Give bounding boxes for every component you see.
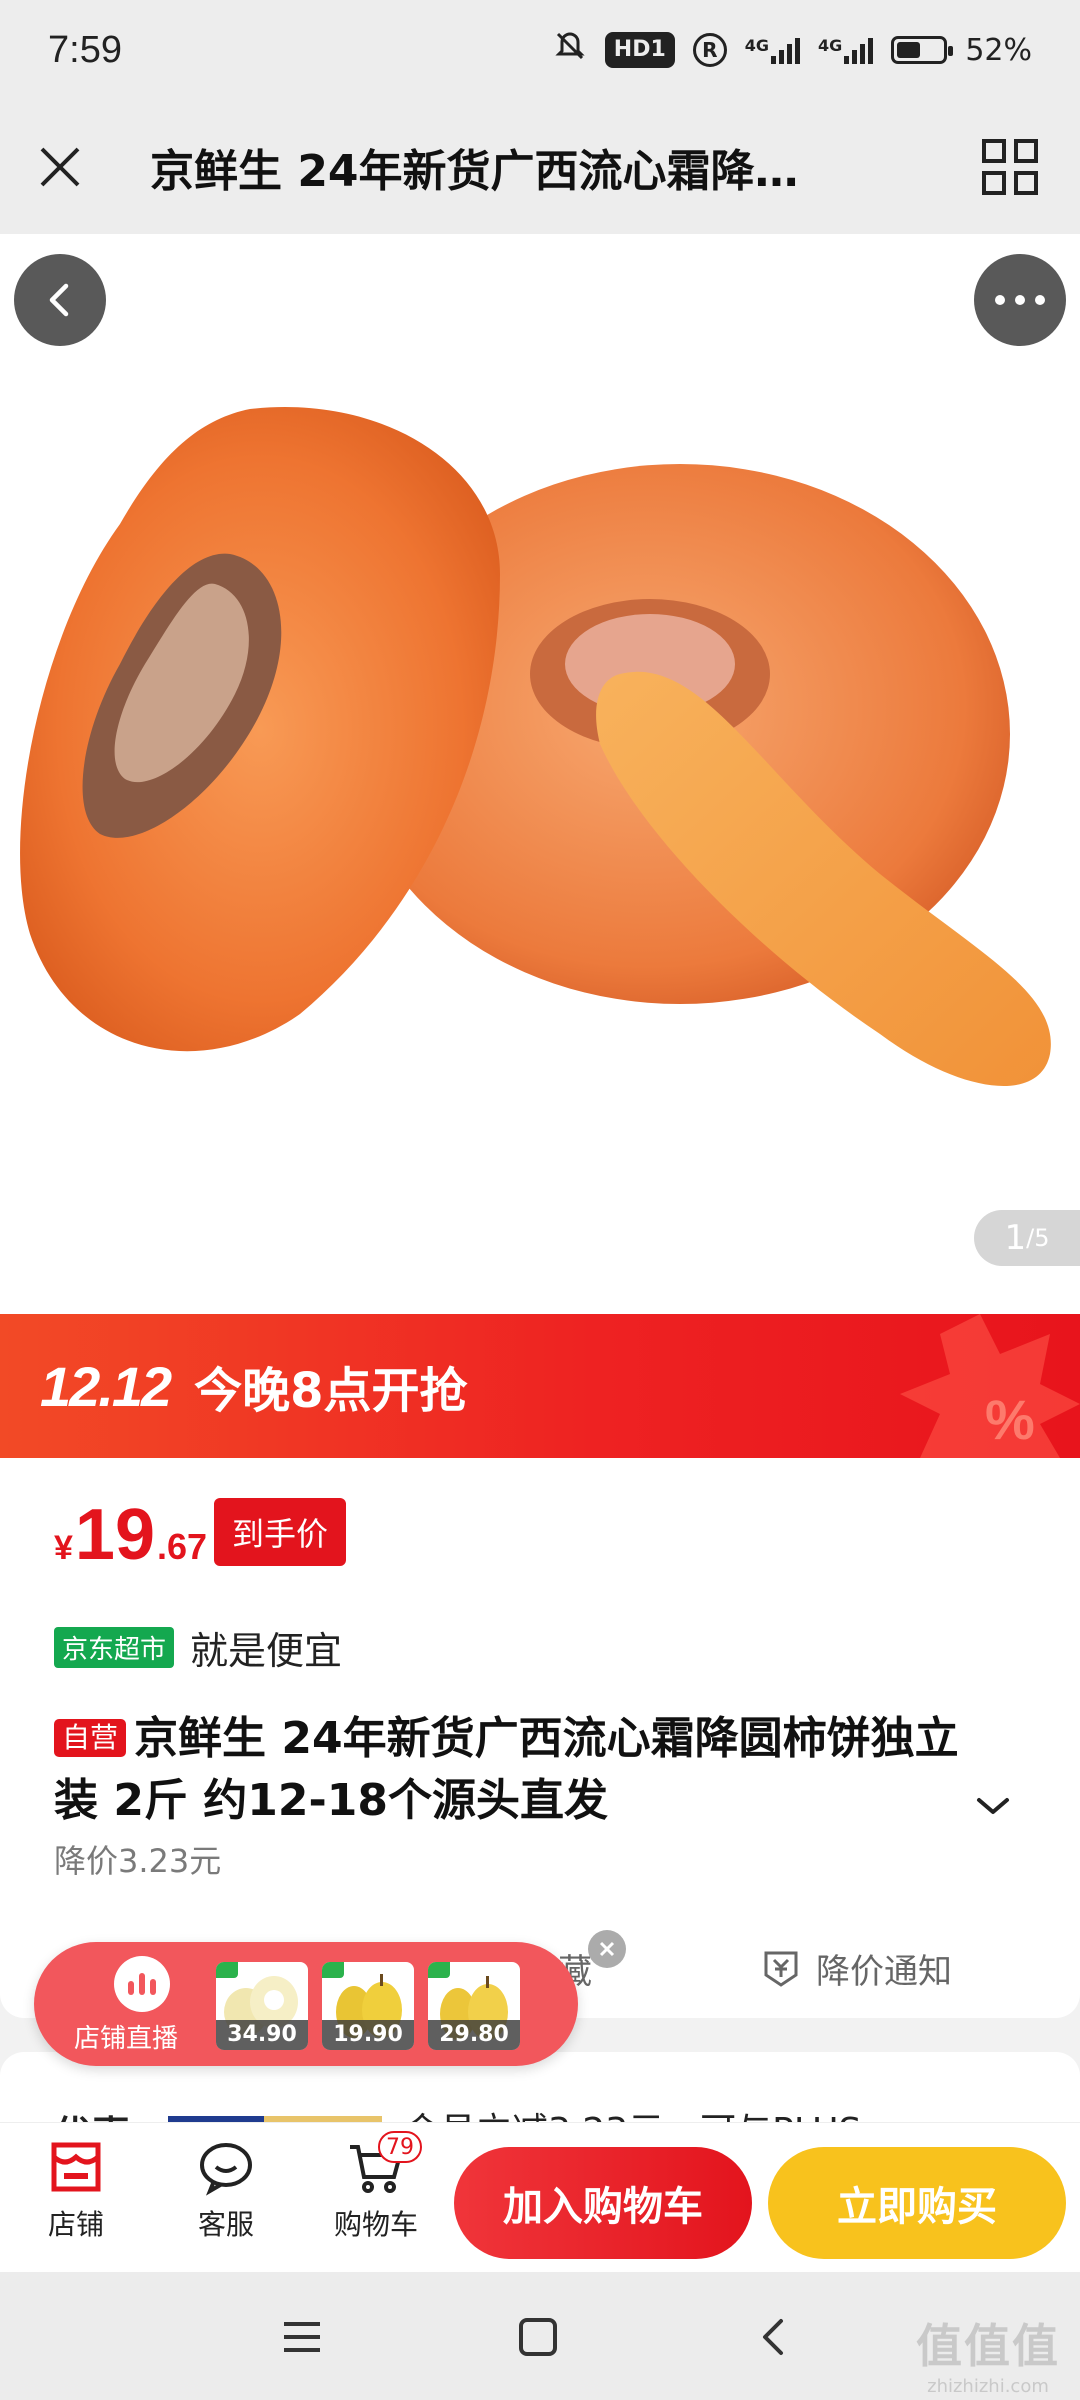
buy-now-button[interactable]: 立即购买: [768, 2147, 1066, 2259]
mini-program-menu-button[interactable]: [940, 100, 1080, 234]
live-product-thumb[interactable]: 29.80: [428, 1962, 520, 2050]
signal-icon: 4G: [744, 36, 801, 64]
image-counter: 1/5: [974, 1210, 1080, 1266]
signal-icon-2: 4G: [818, 36, 874, 64]
chevron-left-icon: [49, 283, 69, 317]
back-nav-button[interactable]: [732, 2302, 812, 2372]
expand-title-button[interactable]: [968, 1786, 1018, 1826]
discount-text: 会员立减3.23元，可与PLUS: [404, 2102, 861, 2122]
customer-service-tab[interactable]: 客服: [166, 2137, 286, 2257]
registered-icon: R: [692, 33, 727, 67]
price-drop-text: 降价3.23元: [54, 1842, 222, 1880]
persimmon-product-image: [20, 406, 1051, 1087]
store-live-widget[interactable]: 店铺直播 34.90 19.90 29.80: [34, 1942, 578, 2066]
live-icon: [114, 1956, 170, 2012]
battery-percent: 52%: [965, 32, 1032, 68]
product-info-card: ¥ 19 .67 到手价 京东超市 就是便宜 自营 京鲜生 24年新货广西流心霜降…: [0, 1458, 1080, 2018]
chat-icon: [200, 2143, 252, 2196]
status-time: 7:59: [48, 28, 122, 71]
promo-date: 12.12: [40, 1354, 172, 1418]
discount-label: 优惠: [54, 2104, 130, 2122]
back-button[interactable]: [14, 254, 106, 346]
cart-count-badge: 79: [378, 2131, 422, 2163]
status-icons: HD1 R 4G 4G 52%: [553, 29, 1032, 71]
discount-burst-icon: %: [900, 1314, 1080, 1458]
close-button[interactable]: [0, 100, 120, 234]
battery-icon: [891, 36, 954, 64]
net-price-badge: 到手价: [214, 1498, 347, 1566]
promo-banner[interactable]: 12.12 今晚8点开抢 %: [0, 1314, 1080, 1458]
price-decimal: .67: [157, 1526, 208, 1567]
customer-service-label: 客服: [197, 2208, 254, 2241]
live-product-price: 34.90: [216, 2020, 308, 2050]
store-label: 店铺: [47, 2208, 104, 2241]
price-symbol: ¥: [54, 1529, 73, 1567]
live-widget-close-button[interactable]: [588, 1930, 626, 1968]
slogan-text: 就是便宜: [190, 1629, 343, 1673]
chevron-down-icon: [977, 1798, 1009, 1814]
add-to-cart-button[interactable]: 加入购物车: [454, 2147, 752, 2259]
menu-icon: [284, 2322, 320, 2352]
status-bar: 7:59 HD1 R 4G 4G 52%: [0, 0, 1080, 100]
watermark-logo: 值值值: [916, 2319, 1060, 2373]
signal-1-label: 4G: [744, 36, 770, 55]
home-square-icon: [519, 2318, 557, 2356]
live-label: 店铺直播: [74, 2024, 179, 2054]
store-slogan[interactable]: 京东超市 就是便宜: [54, 1620, 342, 1675]
more-button[interactable]: [974, 254, 1066, 346]
self-operated-tag: 自营: [54, 1719, 127, 1757]
page-title: 京鲜生 24年新货广西流心霜降…: [150, 146, 799, 197]
watermark: 值值值 zhizhizhi.com: [916, 2310, 1060, 2397]
image-index: 1: [1004, 1218, 1027, 1258]
product-tag-icon: [428, 1962, 450, 1978]
more-dots-icon: [995, 295, 1045, 305]
price-alert-label: 降价通知: [816, 1951, 952, 1992]
live-product-price: 19.90: [322, 2020, 414, 2050]
svg-text:%: %: [985, 1388, 1035, 1451]
cart-tab[interactable]: 79 购物车: [316, 2131, 436, 2257]
product-tag-icon: [322, 1962, 344, 1978]
jd-supermarket-tag: 京东超市: [54, 1627, 175, 1668]
live-product-price: 29.80: [428, 2020, 520, 2050]
live-product-thumb[interactable]: 19.90: [322, 1962, 414, 2050]
mute-icon: [553, 29, 587, 71]
close-icon: [40, 147, 80, 187]
product-title: 自营 京鲜生 24年新货广西流心霜降圆柿饼独立装 2斤 约12-18个源头直发: [54, 1708, 984, 1832]
bottom-action-bar: 店铺 客服 79 购物车 加入购物车 立即购买: [0, 2122, 1080, 2272]
cart-label: 购物车: [333, 2208, 418, 2241]
grid-icon: [982, 139, 1038, 195]
signal-2-label: 4G: [818, 36, 843, 55]
live-product-thumb[interactable]: 34.90: [216, 1962, 308, 2050]
title-bar: 京鲜生 24年新货广西流心霜降…: [0, 100, 1080, 234]
hd-icon: HD1: [604, 32, 675, 68]
product-detail-page: 7:59 HD1 R 4G 4G 52% 京鲜生 24年新货广西流心霜降… 1 …: [0, 0, 1080, 2400]
battery-fill: [897, 42, 921, 58]
promo-text: 今晚8点开抢: [194, 1363, 468, 1419]
image-total: /5: [1026, 1224, 1050, 1252]
price-alert-button[interactable]: 降价通知: [760, 1928, 952, 2008]
product-tag-icon: [216, 1962, 238, 1978]
store-icon: [51, 2142, 101, 2192]
watermark-url: zhizhizhi.com: [927, 2376, 1049, 2397]
home-nav-button[interactable]: [498, 2302, 578, 2372]
price: ¥ 19 .67: [54, 1494, 207, 1576]
back-chevron-icon: [763, 2319, 783, 2355]
price-integer: 19: [74, 1495, 156, 1575]
menu-nav-button[interactable]: [262, 2302, 342, 2372]
close-icon: [599, 1941, 615, 1957]
product-image-gallery[interactable]: 1/5: [0, 234, 1080, 1314]
store-tab[interactable]: 店铺: [16, 2137, 136, 2257]
price-tag-icon: [764, 1951, 798, 1987]
product-title-text: 京鲜生 24年新货广西流心霜降圆柿饼独立装 2斤 约12-18个源头直发: [54, 1713, 959, 1826]
